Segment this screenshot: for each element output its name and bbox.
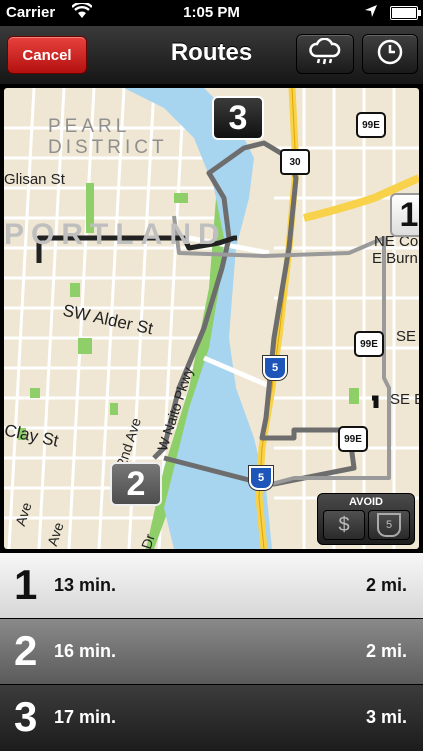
interstate-5-shield: 5 — [249, 466, 273, 490]
route-list: 1 13 min. 2 mi. 2 16 min. 2 mi. 3 17 min… — [0, 552, 423, 751]
route-number: 2 — [14, 627, 38, 674]
us-99e-shield: 99E — [354, 331, 384, 357]
route-time: 13 min. — [54, 575, 117, 595]
avoid-panel: AVOID $ 5 — [317, 493, 415, 545]
route-distance: 3 mi. — [365, 707, 407, 727]
street-label-e-burn: E Burn — [372, 250, 418, 267]
route-number: 3 — [14, 693, 38, 740]
route-marker-3[interactable]: 3 — [212, 96, 264, 140]
weather-button[interactable] — [296, 34, 354, 74]
route-marker-1[interactable]: 1 — [390, 193, 419, 237]
clock-time: 1:05 PM — [183, 4, 240, 21]
district-label: PEARL DISTRICT — [48, 116, 168, 158]
avoid-highways-button[interactable]: 5 — [368, 510, 410, 540]
location-arrow-icon — [364, 4, 378, 22]
highway-shield-number: 5 — [385, 519, 393, 531]
interstate-5-shield: 5 — [263, 356, 287, 380]
avoid-tolls-button[interactable]: $ — [323, 510, 365, 540]
us-30-shield: 30 — [280, 149, 310, 175]
street-label-se-be: SE Be — [390, 391, 419, 408]
route-time: 16 min. — [54, 641, 117, 661]
page-title: Routes — [170, 39, 253, 66]
battery-icon — [390, 6, 421, 20]
route-time: 17 min. — [54, 707, 117, 727]
route-distance: 2 mi. — [365, 641, 407, 661]
clock-icon — [376, 38, 404, 71]
route-map[interactable]: PEARL DISTRICT PORTLAND Glisan St SW Ald… — [4, 88, 419, 549]
highway-shield-icon: 5 — [377, 513, 401, 537]
dollar-icon: $ — [338, 513, 350, 536]
route-distance: 2 mi. — [365, 575, 407, 595]
route-row[interactable]: 2 16 min. 2 mi. — [0, 618, 423, 685]
us-99e-shield: 99E — [338, 426, 368, 452]
rain-cloud-icon — [308, 37, 342, 71]
street-label-glisan: Glisan St — [4, 171, 65, 188]
route-row[interactable]: 1 13 min. 2 mi. — [0, 552, 423, 619]
status-bar: Carrier 1:05 PM — [0, 0, 423, 26]
street-label-se: SE — [396, 328, 417, 345]
cancel-button[interactable]: Cancel — [7, 36, 87, 74]
departure-time-button[interactable] — [362, 34, 418, 74]
us-99e-shield: 99E — [356, 112, 386, 138]
route-number: 1 — [14, 561, 38, 608]
city-label: PORTLAND — [4, 218, 227, 251]
route-marker-2[interactable]: 2 — [110, 462, 162, 506]
district-line-2: DISTRICT — [48, 137, 168, 158]
navigation-bar: Cancel Routes — [0, 26, 423, 85]
avoid-label: AVOID — [348, 496, 384, 508]
district-line-1: PEARL — [48, 116, 131, 137]
route-row[interactable]: 3 17 min. 3 mi. — [0, 684, 423, 751]
